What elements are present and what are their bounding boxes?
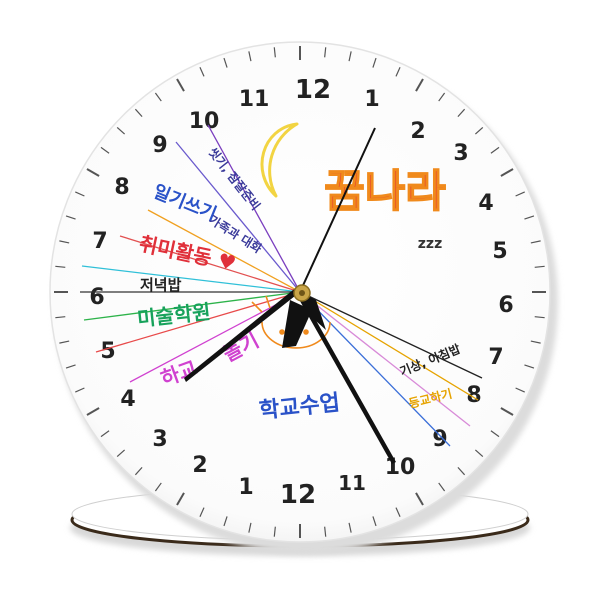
num-1-bottom: 1 (238, 475, 253, 500)
num-10-bottom: 10 (189, 109, 220, 134)
dream-title: 꿈나라 (324, 165, 447, 218)
clock-scene: 12 1 2 3 4 5 6 7 8 9 10 11 12 1 2 3 4 5 … (49, 41, 558, 556)
num-6-bottom: 6 (89, 285, 104, 310)
num-11-bottom: 11 (239, 87, 270, 112)
num-3-bottom: 3 (152, 427, 167, 452)
num-2-bottom: 2 (192, 453, 207, 478)
num-7-bottom: 7 (92, 229, 107, 254)
num-11-top: 11 (338, 471, 366, 495)
num-6-top: 6 (498, 293, 513, 318)
num-1-top: 1 (364, 87, 379, 112)
num-4-bottom: 4 (120, 387, 135, 412)
num-8-top: 8 (466, 383, 481, 408)
num-3-top: 3 (453, 141, 468, 166)
zzz-text: zzz (418, 236, 442, 252)
num-9-bottom: 9 (152, 133, 167, 158)
num-5-bottom: 5 (100, 339, 115, 364)
num-4-top: 4 (478, 191, 493, 216)
num-12-top: 12 (295, 75, 331, 105)
num-12-bottom: 12 (280, 480, 316, 510)
num-7-top: 7 (488, 345, 503, 370)
num-8-bottom: 8 (114, 175, 129, 200)
title-text: 꿈나라 (324, 166, 445, 217)
num-5-top: 5 (492, 239, 507, 264)
label-dinner: 저녁밥 (140, 276, 182, 294)
num-2-top: 2 (410, 119, 425, 144)
